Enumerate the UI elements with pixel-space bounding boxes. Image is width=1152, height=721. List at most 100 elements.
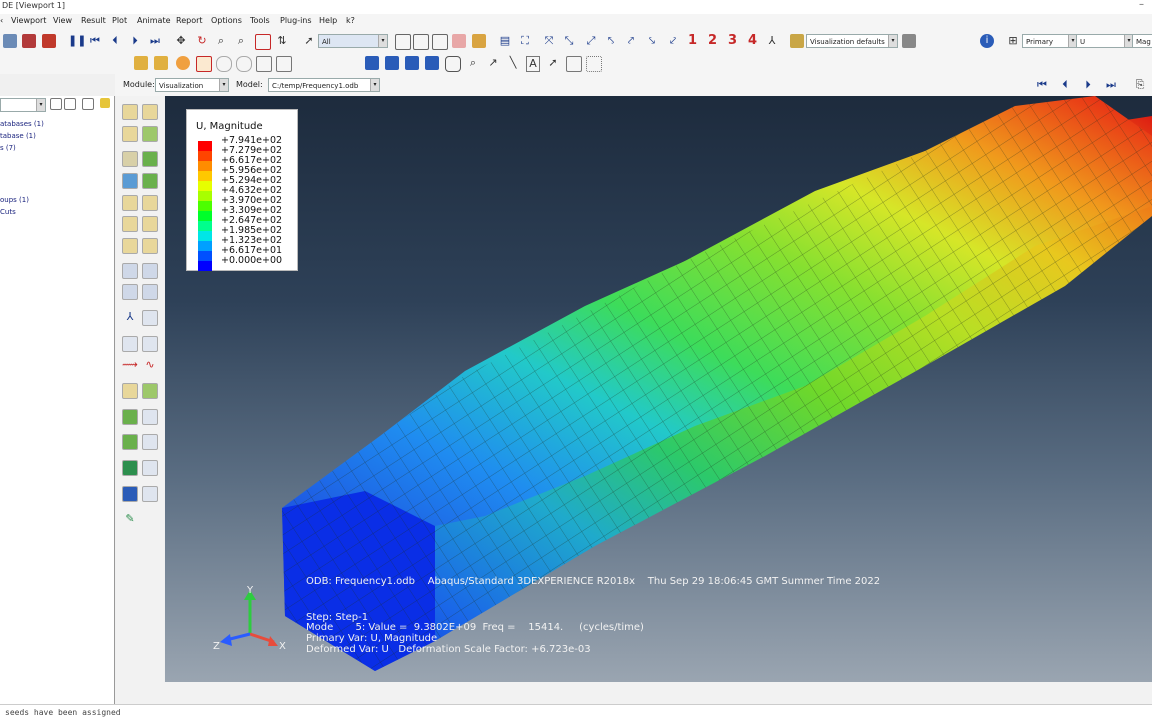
select-circle-icon[interactable]: [413, 34, 429, 50]
plot-symbols-icon[interactable]: [122, 151, 138, 167]
query-icon[interactable]: [196, 56, 212, 72]
field-output-icon[interactable]: ⊞: [1006, 34, 1020, 48]
annotation-icon[interactable]: ⌕: [466, 56, 480, 70]
render-style-select[interactable]: Visualization defaults ▾: [806, 34, 898, 48]
section-points-manager-icon[interactable]: [142, 460, 158, 476]
redo-icon[interactable]: [236, 56, 252, 72]
select-icon[interactable]: ➚: [302, 34, 316, 48]
tree-item-display-groups[interactable]: oups (1): [0, 196, 29, 204]
open-database-icon[interactable]: [42, 34, 56, 48]
previous-frame-icon[interactable]: ⏴: [1058, 78, 1072, 92]
pause-icon[interactable]: ❚❚: [68, 34, 86, 48]
viewport-3-button[interactable]: 3: [728, 33, 737, 48]
animate-scale-icon[interactable]: [122, 263, 138, 279]
next-frame-icon[interactable]: ⏵: [1081, 78, 1095, 92]
frame-options-icon[interactable]: ⎘: [1133, 78, 1147, 92]
magnify-icon[interactable]: ⌕: [214, 34, 228, 48]
primary-select[interactable]: Primary ▾: [1022, 34, 1078, 48]
back-view-icon[interactable]: ⤢: [584, 34, 598, 48]
auto-fit-icon[interactable]: [255, 34, 271, 50]
node-options-icon[interactable]: [142, 238, 158, 254]
tree-filter-icon[interactable]: [50, 98, 62, 110]
create-display-group-icon[interactable]: [122, 409, 138, 425]
tree-item-output-databases[interactable]: atabases (1): [0, 120, 44, 128]
create-view-cut-icon[interactable]: [122, 434, 138, 450]
common-options-icon[interactable]: [122, 195, 138, 211]
close-icon[interactable]: –: [1139, 0, 1144, 10]
info-icon[interactable]: i: [980, 34, 994, 48]
symbol-options-icon[interactable]: [142, 173, 158, 189]
create-path-icon[interactable]: [122, 336, 138, 352]
zoom-box-icon[interactable]: ⌕: [234, 34, 248, 48]
triad-icon[interactable]: ⅄: [765, 34, 779, 48]
right-view-icon[interactable]: ⤤: [624, 34, 638, 48]
views-icon[interactable]: ▤: [498, 34, 512, 48]
menu-plot[interactable]: Plot: [112, 16, 127, 25]
plot-both-icon[interactable]: [122, 126, 138, 142]
animate-time-icon[interactable]: [122, 284, 138, 300]
top-view-icon[interactable]: ⤥: [645, 34, 659, 48]
view-cut-icon[interactable]: [445, 56, 461, 72]
front-view-icon[interactable]: ⤡: [562, 34, 576, 48]
display-group-manager-icon[interactable]: [142, 409, 158, 425]
animate-harmonic-icon[interactable]: [142, 263, 158, 279]
probe-icon[interactable]: ✎: [122, 512, 138, 528]
menu-help[interactable]: Help: [319, 16, 337, 25]
pointer-icon[interactable]: ➚: [546, 56, 560, 70]
layers-icon[interactable]: ⛶: [518, 34, 532, 48]
xy-data-manager-icon[interactable]: [142, 310, 158, 326]
select-polygon-icon[interactable]: [432, 34, 448, 50]
ply-options-icon[interactable]: [142, 216, 158, 232]
save-icon[interactable]: [22, 34, 36, 48]
select-box-icon[interactable]: [395, 34, 411, 50]
deformed-model[interactable]: [165, 96, 1152, 682]
plot-material-orientations-icon[interactable]: [142, 151, 158, 167]
last-frame-icon[interactable]: ⏭: [148, 34, 162, 48]
light-icon[interactable]: [176, 56, 190, 70]
module-select[interactable]: Visualization ▾: [155, 78, 229, 92]
path-manager-icon[interactable]: [142, 336, 158, 352]
view-cut-manager-icon[interactable]: [142, 434, 158, 450]
contour-options-icon[interactable]: [122, 173, 138, 189]
tree-collapse-icon[interactable]: [82, 98, 94, 110]
tree-highlight-icon[interactable]: [100, 98, 110, 108]
arrow-icon[interactable]: ↗: [486, 56, 500, 70]
plot-undeformed-icon[interactable]: [122, 104, 138, 120]
play-icon[interactable]: ⏵: [128, 34, 142, 48]
line-icon[interactable]: ╲: [506, 56, 520, 70]
pan-icon[interactable]: ✥: [174, 34, 188, 48]
list-icon[interactable]: [566, 56, 582, 72]
grid-icon[interactable]: [276, 56, 292, 72]
first-frame-icon[interactable]: ⏮: [88, 34, 102, 48]
cut-plane-icon[interactable]: [154, 56, 168, 70]
free-body-cut-icon[interactable]: ⟿: [122, 358, 138, 374]
render-shaded-icon[interactable]: [472, 34, 486, 48]
last-frame-icon[interactable]: ⏭: [1104, 78, 1118, 92]
iso-view-icon[interactable]: ⤧: [542, 34, 556, 48]
add-group-icon[interactable]: [405, 56, 419, 70]
left-view-icon[interactable]: ⤣: [604, 34, 618, 48]
viewport-2-button[interactable]: 2: [708, 33, 717, 48]
menu-view[interactable]: View: [53, 16, 72, 25]
tree-item-database[interactable]: tabase (1): [0, 132, 36, 140]
element-options-icon[interactable]: [122, 238, 138, 254]
color-manager-icon[interactable]: [142, 486, 158, 502]
calculate-linearized-stress-icon[interactable]: [122, 383, 138, 399]
tree-filter-select[interactable]: ▾: [0, 98, 46, 112]
tree-item-view-cuts[interactable]: Cuts: [0, 208, 16, 216]
menu-report[interactable]: Report: [176, 16, 203, 25]
stream-icon[interactable]: ∿: [142, 358, 158, 374]
cut-icon[interactable]: [134, 56, 148, 70]
tree-item-steps[interactable]: s (7): [0, 144, 16, 152]
menu-plugins[interactable]: Plug-ins: [280, 16, 312, 25]
bottom-view-icon[interactable]: ⤦: [666, 34, 680, 48]
color-code-icon[interactable]: [122, 486, 138, 502]
tree-expand-icon[interactable]: [64, 98, 76, 110]
render-wireframe-icon[interactable]: [452, 34, 466, 48]
previous-frame-icon[interactable]: ⏴: [108, 34, 122, 48]
text-icon[interactable]: A: [526, 56, 540, 72]
box-zoom-icon[interactable]: [256, 56, 272, 72]
dotted-list-icon[interactable]: [586, 56, 602, 72]
ply-stack-icon[interactable]: [122, 216, 138, 232]
plot-deformed-icon[interactable]: [142, 104, 158, 120]
